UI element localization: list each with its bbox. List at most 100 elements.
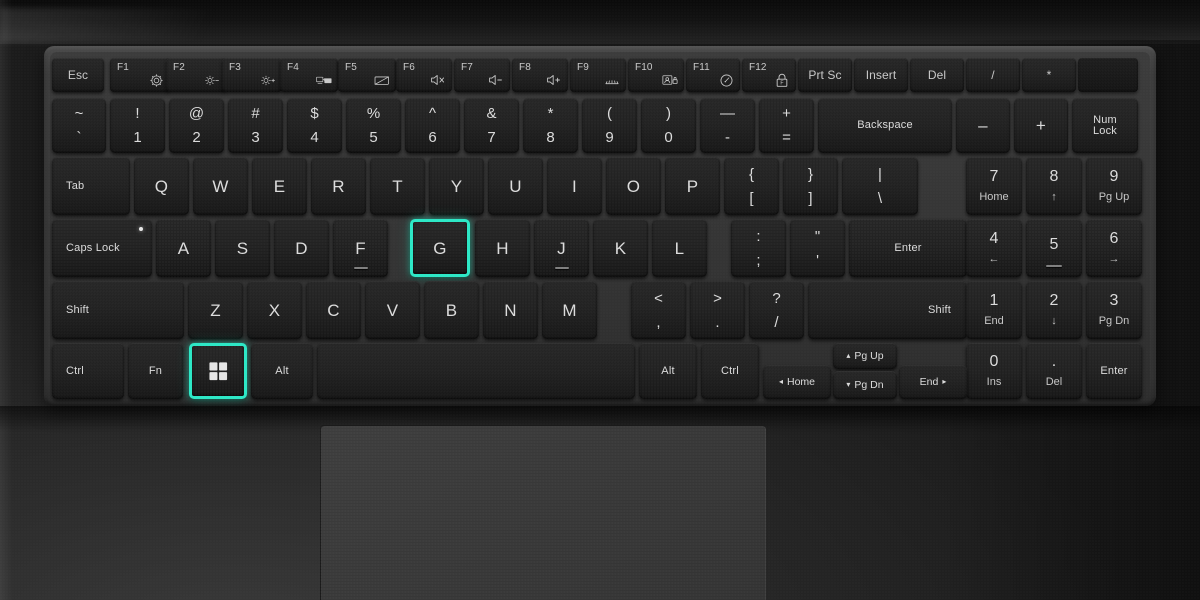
key-f8[interactable]: F8 bbox=[512, 58, 568, 92]
key-key-t[interactable]: T bbox=[370, 157, 425, 215]
key-key-c[interactable]: C bbox=[306, 281, 361, 339]
key-key-z[interactable]: Z bbox=[188, 281, 243, 339]
key-numpad-plus[interactable]: + bbox=[1014, 98, 1068, 153]
key-digit-5[interactable]: % 5 bbox=[346, 98, 401, 153]
key-key-h[interactable]: H bbox=[475, 219, 530, 277]
key-digit-9[interactable]: ( 9 bbox=[582, 98, 637, 153]
trackpad[interactable] bbox=[320, 425, 766, 600]
key-numpad-6[interactable]: 6 → bbox=[1086, 219, 1142, 277]
key-numpad-enter[interactable]: Enter bbox=[1086, 343, 1142, 399]
key-key-m[interactable]: M bbox=[542, 281, 597, 339]
key-key-r[interactable]: R bbox=[311, 157, 366, 215]
key-shift-right[interactable]: Shift bbox=[808, 281, 967, 339]
key-alt-right[interactable]: Alt bbox=[639, 343, 697, 399]
key-f1[interactable]: F1 bbox=[110, 58, 170, 92]
key-key-y[interactable]: Y bbox=[429, 157, 484, 215]
key-numpad-2[interactable]: 2 ↓ bbox=[1026, 281, 1082, 339]
key-f2[interactable]: F2 bbox=[166, 58, 226, 92]
key-key-j[interactable]: J bbox=[534, 219, 589, 277]
key-digit-1[interactable]: ! 1 bbox=[110, 98, 165, 153]
key-numpad-divide[interactable]: / bbox=[966, 58, 1020, 92]
key-key-e[interactable]: E bbox=[252, 157, 307, 215]
key-windows[interactable] bbox=[189, 343, 247, 399]
key-f6[interactable]: F6 bbox=[396, 58, 452, 92]
key-backslash[interactable]: | \ bbox=[842, 157, 918, 215]
key-numpad-5[interactable]: 5 bbox=[1026, 219, 1082, 277]
key-minus[interactable]: — - bbox=[700, 98, 755, 153]
key-key-a[interactable]: A bbox=[156, 219, 211, 277]
key-key-l[interactable]: L bbox=[652, 219, 707, 277]
key-shift-left[interactable]: Shift bbox=[52, 281, 184, 339]
key-key-p[interactable]: P bbox=[665, 157, 720, 215]
key-f10[interactable]: F10 bbox=[628, 58, 684, 92]
key-arrow-right[interactable]: End ▸ bbox=[899, 365, 967, 399]
key-key-g[interactable]: G bbox=[410, 219, 470, 277]
key-key-q[interactable]: Q bbox=[134, 157, 189, 215]
key-numpad-0[interactable]: 0 Ins bbox=[966, 343, 1022, 399]
key-key-n[interactable]: N bbox=[483, 281, 538, 339]
key-f7[interactable]: F7 bbox=[454, 58, 510, 92]
key-digit-8[interactable]: * 8 bbox=[523, 98, 578, 153]
key-comma[interactable]: < , bbox=[631, 281, 686, 339]
key-key-v[interactable]: V bbox=[365, 281, 420, 339]
key-period[interactable]: > . bbox=[690, 281, 745, 339]
privacy-lock-icon bbox=[662, 72, 678, 88]
key-digit-0[interactable]: ) 0 bbox=[641, 98, 696, 153]
key-f5[interactable]: F5 bbox=[338, 58, 396, 92]
key-ctrl-right[interactable]: Ctrl bbox=[701, 343, 759, 399]
key-alt-left[interactable]: Alt bbox=[251, 343, 313, 399]
key-arrow-down[interactable]: ▾ Pg Dn bbox=[833, 371, 897, 399]
key-numpad-4[interactable]: 4 ← bbox=[966, 219, 1022, 277]
key-caps-lock[interactable]: Caps Lock bbox=[52, 219, 152, 277]
key-quote[interactable]: " ' bbox=[790, 219, 845, 277]
key-num-lock[interactable]: Num Lock bbox=[1072, 98, 1138, 153]
key-esc[interactable]: Esc bbox=[52, 58, 104, 92]
key-bracket-right[interactable]: } ] bbox=[783, 157, 838, 215]
key-tab[interactable]: Tab bbox=[52, 157, 130, 215]
key-f9[interactable]: F9 bbox=[570, 58, 626, 92]
key-prt-sc[interactable]: Prt Sc bbox=[798, 58, 852, 92]
key-arrow-up[interactable]: ▴ Pg Up bbox=[833, 343, 897, 369]
key-numpad-7[interactable]: 7 Home bbox=[966, 157, 1022, 215]
key-f4[interactable]: F4 bbox=[280, 58, 338, 92]
key-fn[interactable]: Fn bbox=[128, 343, 183, 399]
key-insert[interactable]: Insert bbox=[854, 58, 908, 92]
key-f11[interactable]: F11 bbox=[686, 58, 740, 92]
key-space[interactable] bbox=[317, 343, 635, 399]
key-digit-3[interactable]: # 3 bbox=[228, 98, 283, 153]
key-numpad-1[interactable]: 1 End bbox=[966, 281, 1022, 339]
key-key-o[interactable]: O bbox=[606, 157, 661, 215]
key-enter[interactable]: Enter bbox=[849, 219, 967, 277]
key-key-f[interactable]: F bbox=[333, 219, 388, 277]
key-del[interactable]: Del bbox=[910, 58, 964, 92]
key-bracket-left[interactable]: { [ bbox=[724, 157, 779, 215]
key-backtick[interactable]: ~ ` bbox=[52, 98, 106, 153]
key-slash[interactable]: ? / bbox=[749, 281, 804, 339]
key-numpad-9[interactable]: 9 Pg Up bbox=[1086, 157, 1142, 215]
key-arrow-left[interactable]: ◂ Home bbox=[763, 365, 831, 399]
key-key-w[interactable]: W bbox=[193, 157, 248, 215]
key-ctrl-left[interactable]: Ctrl bbox=[52, 343, 124, 399]
key-f3[interactable]: F3 bbox=[222, 58, 282, 92]
key-f12[interactable]: F12 F bbox=[742, 58, 796, 92]
key-digit-7[interactable]: & 7 bbox=[464, 98, 519, 153]
key-legend-upper: { bbox=[748, 165, 754, 183]
key-key-u[interactable]: U bbox=[488, 157, 543, 215]
key-digit-2[interactable]: @ 2 bbox=[169, 98, 224, 153]
key-numpad-8[interactable]: 8 ↑ bbox=[1026, 157, 1082, 215]
key-key-k[interactable]: K bbox=[593, 219, 648, 277]
key-key-i[interactable]: I bbox=[547, 157, 602, 215]
key-numpad-period[interactable]: . Del bbox=[1026, 343, 1082, 399]
key-semicolon[interactable]: : ; bbox=[731, 219, 786, 277]
key-key-b[interactable]: B bbox=[424, 281, 479, 339]
key-numpad-minus[interactable]: – bbox=[956, 98, 1010, 153]
key-equals[interactable]: + = bbox=[759, 98, 814, 153]
key-numpad-multiply[interactable]: * bbox=[1022, 58, 1076, 92]
key-backspace[interactable]: Backspace bbox=[818, 98, 952, 153]
key-digit-4[interactable]: $ 4 bbox=[287, 98, 342, 153]
key-key-d[interactable]: D bbox=[274, 219, 329, 277]
key-key-x[interactable]: X bbox=[247, 281, 302, 339]
key-numpad-3[interactable]: 3 Pg Dn bbox=[1086, 281, 1142, 339]
key-key-s[interactable]: S bbox=[215, 219, 270, 277]
key-digit-6[interactable]: ^ 6 bbox=[405, 98, 460, 153]
